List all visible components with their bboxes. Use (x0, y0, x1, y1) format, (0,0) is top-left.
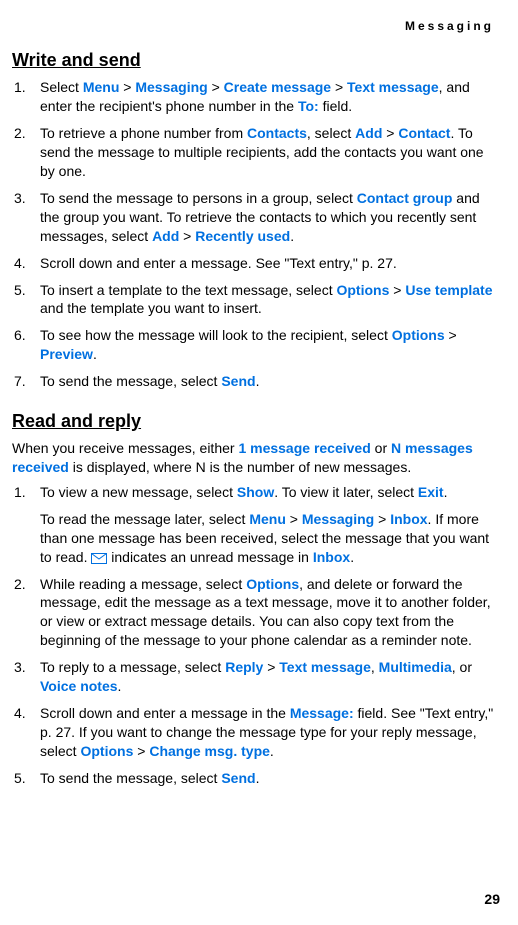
step-3: To send the message to persons in a grou… (12, 189, 500, 246)
sep: > (445, 327, 457, 343)
step-3: To reply to a message, select Reply > Te… (12, 658, 500, 696)
sep: > (263, 659, 279, 675)
options-link: Options (336, 282, 389, 298)
sep: > (389, 282, 405, 298)
text: To see how the message will look to the … (40, 327, 392, 343)
send-link: Send (221, 373, 255, 389)
add-link: Add (355, 125, 382, 141)
step-1: To view a new message, select Show. To v… (12, 483, 500, 567)
preview-link: Preview (40, 346, 93, 362)
inbox-link: Inbox (313, 549, 350, 565)
text: . (350, 549, 354, 565)
options-link: Options (392, 327, 445, 343)
to-field-label: To: (298, 98, 319, 114)
text: To reply to a message, select (40, 659, 225, 675)
exit-link: Exit (418, 484, 444, 500)
sep: > (331, 79, 347, 95)
text: or (371, 440, 391, 456)
read-reply-steps: To view a new message, select Show. To v… (12, 483, 500, 787)
text: To send the message to persons in a grou… (40, 190, 357, 206)
heading-write-and-send: Write and send (12, 48, 500, 72)
text: indicates an unread message in (107, 549, 312, 565)
page-number: 29 (484, 890, 500, 909)
step-1-sub: To read the message later, select Menu >… (40, 510, 494, 567)
voice-notes-link: Voice notes (40, 678, 118, 694)
step-5: To insert a template to the text message… (12, 281, 500, 319)
change-msg-type-link: Change msg. type (149, 743, 270, 759)
multimedia-link: Multimedia (379, 659, 452, 675)
show-link: Show (237, 484, 274, 500)
recently-used-link: Recently used (195, 228, 290, 244)
messaging-link: Messaging (135, 79, 207, 95)
text: To read the message later, select (40, 511, 249, 527)
text-message-link: Text message (347, 79, 439, 95)
message-field-label: Message: (290, 705, 354, 721)
envelope-icon (91, 553, 107, 564)
options-link: Options (246, 576, 299, 592)
step-4: Scroll down and enter a message. See "Te… (12, 254, 500, 273)
use-template-link: Use template (405, 282, 492, 298)
text: . (93, 346, 97, 362)
text: . To view it later, select (274, 484, 418, 500)
step-1: Select Menu > Messaging > Create message… (12, 78, 500, 116)
menu-link: Menu (249, 511, 286, 527)
inbox-link: Inbox (390, 511, 427, 527)
text: . (290, 228, 294, 244)
contact-group-link: Contact group (357, 190, 453, 206)
sep: > (133, 743, 149, 759)
text: . (256, 373, 260, 389)
create-message-link: Create message (224, 79, 331, 95)
menu-link: Menu (83, 79, 120, 95)
step-2: To retrieve a phone number from Contacts… (12, 124, 500, 181)
text: Select (40, 79, 83, 95)
text: Scroll down and enter a message. See "Te… (40, 255, 397, 271)
text: To retrieve a phone number from (40, 125, 247, 141)
text: . (270, 743, 274, 759)
sep: > (286, 511, 302, 527)
read-reply-intro: When you receive messages, either 1 mess… (12, 439, 500, 477)
reply-link: Reply (225, 659, 263, 675)
text: is displayed, where N is the number of n… (69, 459, 411, 475)
sep: > (119, 79, 135, 95)
step-5: To send the message, select Send. (12, 769, 500, 788)
step-7: To send the message, select Send. (12, 372, 500, 391)
step-4: Scroll down and enter a message in the M… (12, 704, 500, 761)
step-2: While reading a message, select Options,… (12, 575, 500, 651)
sep: > (208, 79, 224, 95)
heading-read-and-reply: Read and reply (12, 409, 500, 433)
text: and the template you want to insert. (40, 300, 262, 316)
text: . (256, 770, 260, 786)
text: While reading a message, select (40, 576, 246, 592)
sep: > (179, 228, 195, 244)
text: To send the message, select (40, 770, 221, 786)
text: , or (452, 659, 472, 675)
text: To insert a template to the text message… (40, 282, 336, 298)
send-link: Send (221, 770, 255, 786)
sep: > (374, 511, 390, 527)
contacts-link: Contacts (247, 125, 307, 141)
section-header: Messaging (12, 18, 500, 34)
text-message-link: Text message (279, 659, 371, 675)
add-link: Add (152, 228, 179, 244)
write-send-steps: Select Menu > Messaging > Create message… (12, 78, 500, 390)
text: field. (319, 98, 352, 114)
text: To view a new message, select (40, 484, 237, 500)
step-6: To see how the message will look to the … (12, 326, 500, 364)
text: Scroll down and enter a message in the (40, 705, 290, 721)
one-message-received: 1 message received (238, 440, 370, 456)
sep: > (382, 125, 398, 141)
text: , select (307, 125, 355, 141)
text: When you receive messages, either (12, 440, 238, 456)
text: , (371, 659, 379, 675)
text: To send the message, select (40, 373, 221, 389)
contact-link: Contact (398, 125, 450, 141)
messaging-link: Messaging (302, 511, 374, 527)
text: . (118, 678, 122, 694)
text: . (444, 484, 448, 500)
options-link: Options (80, 743, 133, 759)
